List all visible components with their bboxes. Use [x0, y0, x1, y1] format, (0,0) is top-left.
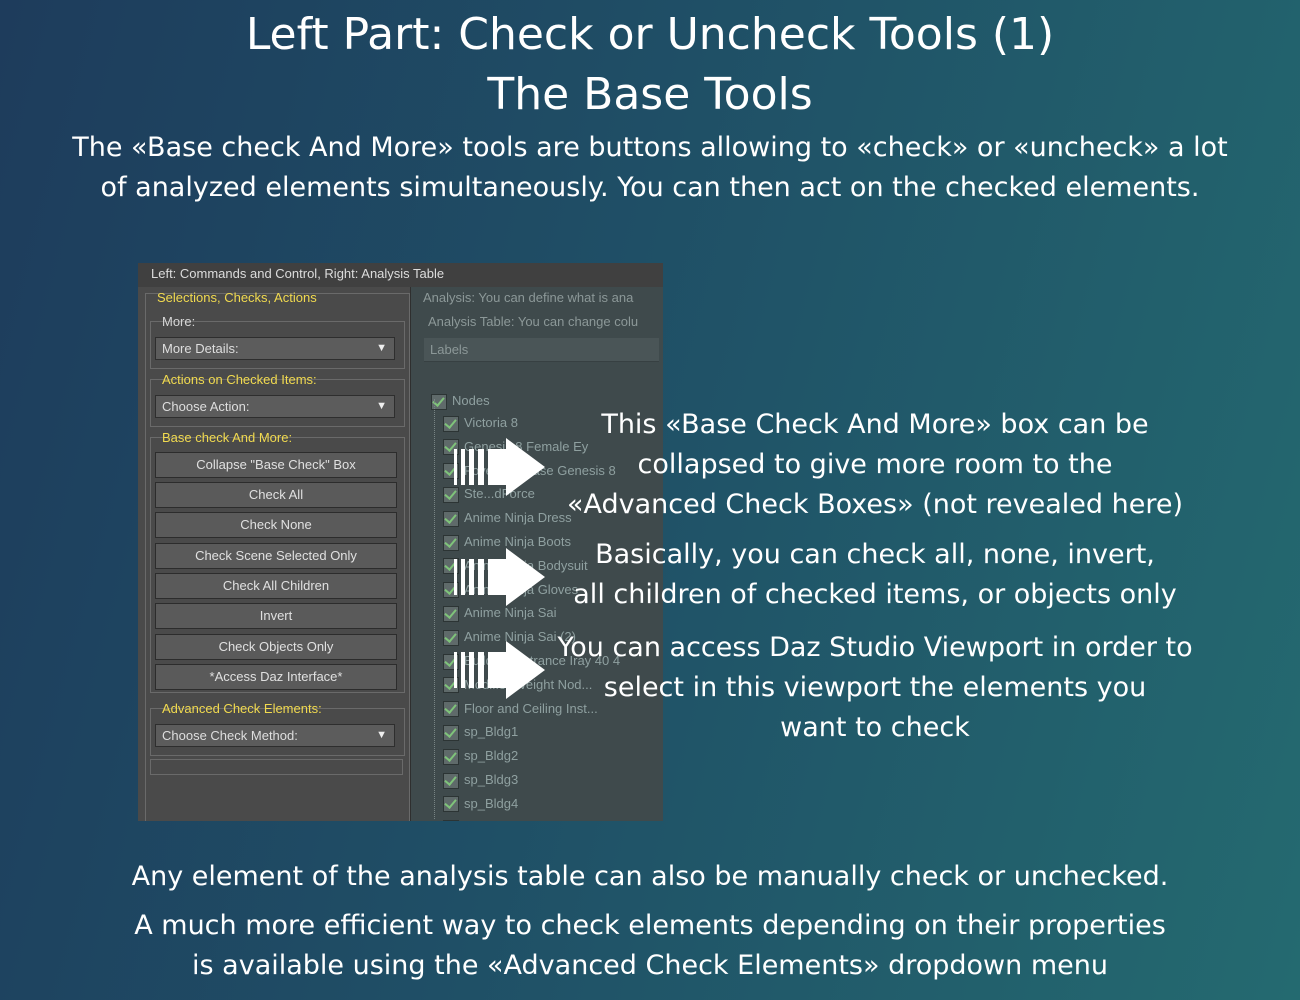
check-objects-only-button[interactable]: Check Objects Only	[155, 634, 397, 660]
tree-node-label: sp_Bldg2	[464, 748, 519, 764]
annotation-line: Basically, you can check all, none, inve…	[595, 539, 1155, 570]
checkbox-checked-icon[interactable]	[443, 724, 459, 741]
tree-node-label: Victoria 8	[464, 415, 518, 430]
tree-node-label: Anime Ninja Boots	[464, 534, 571, 549]
analysis-label: Analysis: You can define what is ana	[423, 290, 634, 305]
commands-pane: Selections, Checks, Actions More: More D…	[138, 287, 411, 821]
tree-node-label: sp_Fence1	[464, 820, 528, 821]
chevron-down-icon: ▼	[376, 342, 387, 354]
page-subtitle: The Base Tools	[487, 69, 813, 120]
intro-line: of analyzed elements simultaneously. You…	[100, 172, 1200, 203]
check-none-button[interactable]: Check None	[155, 512, 397, 538]
annotation-line: You can access Daz Studio Viewport in or…	[557, 632, 1193, 663]
annotation-viewport: You can access Daz Studio Viewport in or…	[545, 628, 1205, 748]
checkbox-checked-icon[interactable]	[443, 796, 459, 813]
tree-node[interactable]: sp_Bldg4	[443, 796, 518, 813]
check-all-children-button[interactable]: Check All Children	[155, 573, 397, 599]
checkbox-checked-icon[interactable]	[443, 748, 459, 765]
arrow-right-icon	[454, 641, 545, 699]
intro-text: The «Base check And More» tools are butt…	[40, 128, 1260, 208]
actions-label: Actions on Checked Items:	[162, 372, 317, 387]
arrow-right-icon	[454, 548, 545, 606]
tree-node[interactable]: Anime Ninja Sai	[443, 605, 557, 622]
section-label: Selections, Checks, Actions	[157, 290, 317, 305]
check-scene-selected-button[interactable]: Check Scene Selected Only	[155, 543, 397, 569]
annotation-collapse: This «Base Check And More» box can be co…	[560, 405, 1190, 525]
checkbox-checked-icon[interactable]	[443, 605, 459, 622]
arrow-right-icon	[454, 438, 545, 496]
checkbox-checked-icon[interactable]	[443, 772, 459, 789]
annotation-line: This «Base Check And More» box can be	[601, 409, 1149, 440]
tree-root-label: Nodes	[452, 393, 490, 408]
footer-line: is available using the «Advanced Check E…	[192, 950, 1108, 981]
tree-node[interactable]: Anime Ninja Dress	[443, 510, 572, 527]
tree-root[interactable]: Nodes	[431, 393, 490, 410]
annotation-line: select in this viewport the elements you	[603, 672, 1147, 703]
more-label: More:	[162, 314, 196, 329]
footer-line: Any element of the analysis table can al…	[131, 861, 1169, 892]
advanced-dropdown-value: Choose Check Method:	[162, 728, 298, 743]
tree-node[interactable]: sp_Bldg3	[443, 772, 518, 789]
more-dropdown-value: More Details:	[162, 341, 239, 356]
annotation-check-options: Basically, you can check all, none, inve…	[560, 535, 1190, 615]
annotation-line: collapsed to give more room to the	[637, 449, 1113, 480]
footer-line: A much more efficient way to check eleme…	[134, 910, 1166, 941]
chevron-down-icon: ▼	[376, 729, 387, 741]
tree-connector	[434, 399, 436, 819]
tree-node-label: sp_Bldg4	[464, 795, 519, 811]
analysis-table-label: Analysis Table: You can change colu	[428, 314, 639, 329]
chevron-down-icon: ▼	[376, 400, 387, 412]
page-title: Left Part: Check or Uncheck Tools (1)	[245, 9, 1055, 60]
tree-node[interactable]: sp_Bldg2	[443, 748, 518, 765]
actions-dropdown-value: Choose Action:	[162, 399, 250, 414]
tree-node-label: Anime Ninja Sai	[464, 605, 557, 621]
tree-node[interactable]: sp_Bldg1	[443, 724, 518, 741]
check-all-button[interactable]: Check All	[155, 482, 397, 508]
access-daz-interface-button[interactable]: *Access Daz Interface*	[155, 664, 397, 690]
invert-button[interactable]: Invert	[155, 603, 397, 629]
intro-line: The «Base check And More» tools are butt…	[72, 132, 1228, 163]
empty-field	[150, 759, 403, 775]
advanced-dropdown[interactable]: Choose Check Method: ▼	[155, 724, 395, 747]
labels-column-header[interactable]: Labels	[424, 338, 659, 362]
annotation-line: all children of checked items, or object…	[573, 579, 1177, 610]
advanced-label: Advanced Check Elements:	[162, 701, 322, 716]
collapse-base-check-button[interactable]: Collapse "Base Check" Box	[155, 452, 397, 478]
annotation-line: want to check	[780, 712, 970, 743]
tree-node[interactable]: Victoria 8	[443, 415, 518, 432]
window-title: Left: Commands and Control, Right: Analy…	[151, 266, 445, 281]
more-dropdown[interactable]: More Details: ▼	[155, 337, 395, 360]
checkbox-checked-icon[interactable]	[443, 701, 459, 718]
annotation-line: «Advanced Check Boxes» (not revealed her…	[566, 489, 1184, 520]
base-check-label: Base check And More:	[162, 430, 293, 445]
tree-node[interactable]: sp_Fence1	[443, 820, 528, 821]
checkbox-checked-icon[interactable]	[443, 510, 459, 527]
tree-node-label: Anime Ninja Dress	[464, 510, 572, 526]
tree-node-label: sp_Bldg3	[464, 772, 519, 787]
checkbox-checked-icon[interactable]	[443, 415, 459, 432]
checkbox-checked-icon[interactable]	[443, 820, 459, 821]
tree-node-label: sp_Bldg1	[464, 724, 519, 740]
actions-dropdown[interactable]: Choose Action: ▼	[155, 395, 395, 418]
